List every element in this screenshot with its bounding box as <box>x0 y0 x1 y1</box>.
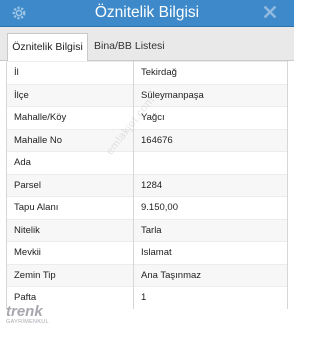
table-row: Parsel 1284 <box>6 173 288 197</box>
table-row: Ada <box>6 151 288 174</box>
tab-bar: Öznitelik Bilgisi Bina/BB Listesi <box>0 27 294 62</box>
attribute-value <box>133 151 288 174</box>
table-row: Mahalle No 164676 <box>6 128 288 152</box>
table-row: Pafta 1 <box>6 286 288 309</box>
table-row: Mahalle/Köy Yağcı <box>6 106 288 129</box>
attribute-value: Tarla <box>133 218 288 242</box>
attribute-key: Ada <box>6 151 134 174</box>
close-icon[interactable] <box>262 4 278 20</box>
attribute-value: Islamat <box>133 241 288 264</box>
attribute-value: 1284 <box>133 173 288 197</box>
table-row: Zemin Tip Ana Taşınmaz <box>6 263 288 287</box>
attribute-key: Tapu Alanı <box>6 196 134 219</box>
attribute-value: Ana Taşınmaz <box>133 263 288 287</box>
attribute-key: İl <box>6 61 134 84</box>
table-row: İlçe Süleymanpaşa <box>6 83 288 107</box>
attribute-value: 164676 <box>133 128 288 152</box>
attribute-key: Pafta <box>6 286 134 309</box>
table-row: Mevkii Islamat <box>6 241 288 264</box>
tab-building-list[interactable]: Bina/BB Listesi <box>94 33 165 60</box>
table-row: İl Tekirdağ <box>6 61 288 84</box>
tab-attribute-info[interactable]: Öznitelik Bilgisi <box>7 33 88 62</box>
attribute-key: İlçe <box>6 83 134 107</box>
attribute-value: Yağcı <box>133 106 288 129</box>
title-bar: Öznitelik Bilgisi <box>0 0 294 27</box>
attribute-key: Mevkii <box>6 241 134 264</box>
table-row: Nitelik Tarla <box>6 218 288 242</box>
attribute-key: Nitelik <box>6 218 134 242</box>
attribute-value: Süleymanpaşa <box>133 83 288 107</box>
attribute-value: 9.150,00 <box>133 196 288 219</box>
attribute-table: İl Tekirdağ İlçe Süleymanpaşa Mahalle/Köy Y… <box>6 61 288 309</box>
window-title: Öznitelik Bilgisi <box>94 4 200 21</box>
attribute-key: Mahalle/Köy <box>6 106 134 129</box>
attribute-key: Zemin Tip <box>6 263 134 287</box>
table-row: Tapu Alanı 9.150,00 <box>6 196 288 219</box>
attribute-value: Tekirdağ <box>133 61 288 84</box>
attribute-value: 1 <box>133 286 288 309</box>
attribute-key: Mahalle No <box>6 128 134 152</box>
attribute-info-window: Öznitelik Bilgisi Öznitelik Bilgisi Bina… <box>0 0 294 338</box>
attribute-table-container[interactable]: İl Tekirdağ İlçe Süleymanpaşa Mahalle/Köy Y… <box>0 61 294 338</box>
attribute-key: Parsel <box>6 173 134 197</box>
